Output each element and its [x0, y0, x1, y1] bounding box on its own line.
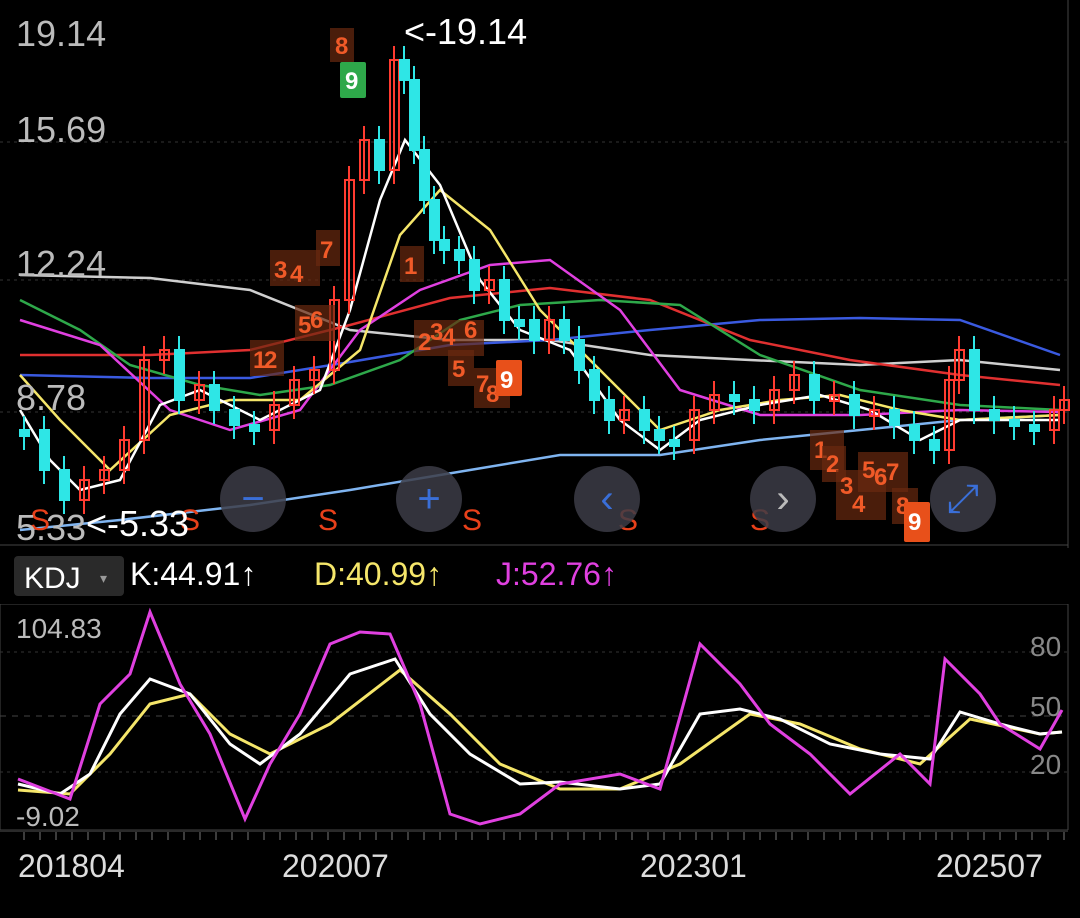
y-label: 15.69 — [16, 109, 106, 150]
candle-body — [889, 409, 900, 426]
td-signal-label: 9 — [908, 509, 921, 536]
scroll-left-button[interactable]: ‹ — [574, 466, 640, 532]
td-count-label: 3 — [274, 257, 287, 284]
zoom-out-button[interactable]: − — [220, 466, 286, 532]
candle-body — [929, 439, 940, 451]
candle-body — [499, 279, 510, 321]
candle-body — [654, 429, 665, 441]
candle-body — [909, 424, 920, 441]
candle-body — [229, 409, 240, 426]
minus-icon: − — [241, 476, 265, 521]
chevron-left-icon: ‹ — [600, 476, 614, 521]
y-label-min: 5.33 — [16, 507, 86, 548]
candle-body — [39, 429, 50, 471]
td-count-label: 2 — [264, 347, 277, 374]
candle-body — [969, 349, 980, 411]
y-label: 8.78 — [16, 377, 86, 418]
j-value: J:52.76↑ — [496, 556, 617, 592]
candle-body — [399, 59, 410, 81]
x-label: 202007 — [282, 848, 389, 884]
fullscreen-button[interactable]: ⤢ — [930, 466, 996, 532]
candle-body — [439, 239, 450, 251]
kdj-k-line — [17, 657, 1063, 796]
td-count-label: 7 — [320, 237, 333, 264]
td-signal-label: 9 — [500, 367, 513, 394]
x-label: 201804 — [18, 848, 125, 884]
indicator-bar: KDJ ▾ K:44.91↑ D:40.99↑ J:52.76↑ — [0, 550, 1080, 602]
max-price-annotation: <-19.14 — [404, 11, 527, 52]
candle-body — [454, 249, 465, 261]
kdj-j-line — [17, 607, 1064, 826]
td-count-label: 7 — [886, 459, 899, 486]
min-price-annotation: <-5.33 — [86, 503, 189, 544]
candle-body — [989, 409, 1000, 421]
candle-body — [19, 429, 30, 437]
candle-body — [249, 424, 260, 432]
td-count-label: 6 — [310, 307, 323, 334]
candle-body — [419, 149, 430, 201]
candle-body — [574, 339, 585, 371]
candle-body — [559, 319, 570, 341]
y-label: 12.24 — [16, 243, 106, 284]
candle-body — [604, 399, 615, 421]
kdj-y-max: 104.83 — [16, 613, 102, 644]
indicator-selector[interactable]: KDJ ▾ — [14, 556, 124, 596]
td-count-label: 8 — [335, 33, 348, 60]
td-signal-label: 9 — [345, 68, 358, 95]
td-count-label: 4 — [290, 261, 304, 288]
ma-line-white — [18, 137, 1060, 492]
price-chart[interactable]: 8 9 34 7 56 12 1 234 6 5 78 9 1 2 34 567 … — [0, 0, 1080, 548]
candle-body — [59, 469, 70, 501]
kdj-y-min: -9.02 — [16, 801, 80, 830]
plus-icon: + — [417, 476, 441, 521]
x-label: 202301 — [640, 848, 747, 884]
candle-body — [809, 374, 820, 401]
candle-body — [209, 384, 220, 411]
indicator-name: KDJ — [24, 562, 81, 595]
y-label-max: 19.14 — [16, 13, 106, 54]
zoom-in-button[interactable]: + — [396, 466, 462, 532]
candle-body — [589, 369, 600, 401]
candle-body — [1029, 424, 1040, 432]
candle-body — [849, 394, 860, 416]
td-count-label: 1 — [404, 253, 417, 280]
candle-body — [639, 409, 650, 431]
scroll-right-button[interactable]: › — [750, 466, 816, 532]
sell-marker: S — [318, 504, 338, 537]
chevron-right-icon: › — [776, 476, 790, 521]
x-label: 202507 — [936, 848, 1043, 884]
kdj-level-20: 20 — [1030, 749, 1061, 780]
ma-line-magenta — [19, 258, 1061, 432]
candle-body — [729, 394, 740, 402]
candle-body — [429, 199, 440, 241]
candle-body — [669, 439, 680, 447]
candle-body — [469, 259, 480, 291]
td-count-label: 4 — [852, 491, 866, 518]
d-value: D:40.99↑ — [314, 556, 443, 592]
price-y-labels: 19.14 15.69 12.24 8.78 5.33 — [16, 13, 106, 548]
candle-body — [1009, 419, 1020, 427]
td-count-label: 6 — [464, 317, 477, 344]
candle-body — [174, 349, 185, 401]
candle-body — [374, 139, 385, 171]
candle-body — [529, 319, 540, 341]
caret-down-icon: ▾ — [100, 570, 108, 586]
candle-body — [749, 399, 760, 411]
candle-body — [514, 319, 525, 327]
td-count-label: 5 — [452, 356, 465, 383]
sell-marker: S — [462, 504, 482, 537]
kdj-level-80: 80 — [1030, 631, 1061, 662]
td-count-markers: 8 9 34 7 56 12 1 234 6 5 78 9 1 2 34 567 … — [250, 28, 930, 542]
candle-body — [409, 79, 420, 151]
expand-icon: ⤢ — [947, 476, 979, 521]
td-count-label: 4 — [442, 324, 456, 351]
x-axis: 201804 202007 202301 202507 — [0, 830, 1080, 918]
kdj-chart[interactable]: 104.83 -9.02 80 50 20 — [0, 604, 1080, 830]
k-value: K:44.91↑ — [130, 556, 257, 592]
x-axis-ticks — [0, 830, 1068, 840]
